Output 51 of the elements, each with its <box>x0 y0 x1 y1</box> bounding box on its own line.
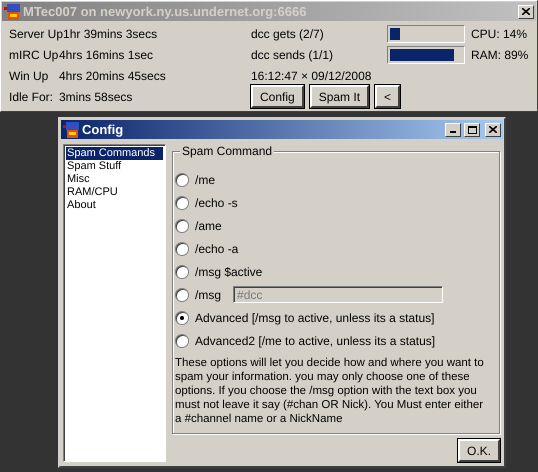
group-title: Spam Command <box>180 144 274 158</box>
close-icon <box>522 8 530 15</box>
stat-value: 4hrs 20mins 45secs <box>59 68 166 82</box>
ok-button[interactable]: O.K. <box>458 439 500 462</box>
close-icon <box>489 126 497 133</box>
dcc-count: dcc gets (2/7) <box>251 26 325 40</box>
stat-value: 1hr 39mins 3secs <box>63 26 158 40</box>
option-label: /msg $active <box>195 264 262 278</box>
radio-button[interactable] <box>175 334 189 348</box>
toolbar-button[interactable]: Config <box>251 85 304 108</box>
minimize-button[interactable] <box>445 122 461 136</box>
radio-button[interactable] <box>175 264 189 278</box>
radio-button[interactable] <box>175 218 189 232</box>
app-logo-icon <box>4 4 20 20</box>
window-title: Config <box>82 122 124 137</box>
category-item[interactable]: Misc <box>66 173 163 186</box>
option-label: /me <box>195 172 216 186</box>
stat-label: Idle For: <box>9 90 54 104</box>
close-button[interactable] <box>518 4 534 18</box>
maximize-button[interactable] <box>464 122 480 136</box>
option-label: Advanced2 [/me to active, unless its a status] <box>195 334 436 348</box>
close-button[interactable] <box>485 122 501 136</box>
radio-button[interactable] <box>175 172 189 186</box>
stat-label: Server Up <box>9 26 64 40</box>
category-item[interactable]: Spam Stuff <box>66 160 163 173</box>
window-title: MTec007 on newyork.ny.us.undernet.org:6666 <box>23 4 308 19</box>
dcc-count: dcc sends (1/1) <box>251 48 334 62</box>
radio-button[interactable] <box>175 288 189 302</box>
category-item[interactable]: About <box>66 199 163 212</box>
maximize-icon <box>468 126 476 134</box>
stat-label: mIRC Up <box>9 48 59 62</box>
toolbar-button[interactable]: < <box>375 85 400 108</box>
option-label: /echo -a <box>195 242 238 256</box>
help-text: These options will let you decide how and where you want to spam your information. you may only choose one of these options. If you choose the /msg option with the text box you must not leave it say (#chan OR Nick). You Must enter either a #channel name or a NickName <box>175 356 485 426</box>
category-item[interactable]: Spam Commands <box>66 147 163 160</box>
radio-button[interactable] <box>175 310 189 324</box>
option-label: /ame <box>195 218 222 232</box>
radio-button[interactable] <box>175 196 189 210</box>
meter-reading: CPU: 14% <box>471 26 528 40</box>
option-label: /echo -s <box>195 196 238 210</box>
option-label: /msg <box>195 288 222 302</box>
stat-value: 4hrs 16mins 1sec <box>59 48 154 62</box>
option-label: Advanced [/msg to active, unless its a status] <box>195 310 434 324</box>
meter-reading: RAM: 89% <box>471 48 528 62</box>
date-time: 16:12:47 × 09/12/2008 <box>251 68 372 82</box>
radio-button[interactable] <box>175 242 189 256</box>
stat-value: 3mins 58secs <box>59 90 132 104</box>
toolbar-button[interactable]: Spam It <box>310 85 370 108</box>
app-logo-icon <box>63 122 79 138</box>
stat-label: Win Up <box>9 68 50 82</box>
category-item[interactable]: RAM/CPU <box>66 186 163 199</box>
